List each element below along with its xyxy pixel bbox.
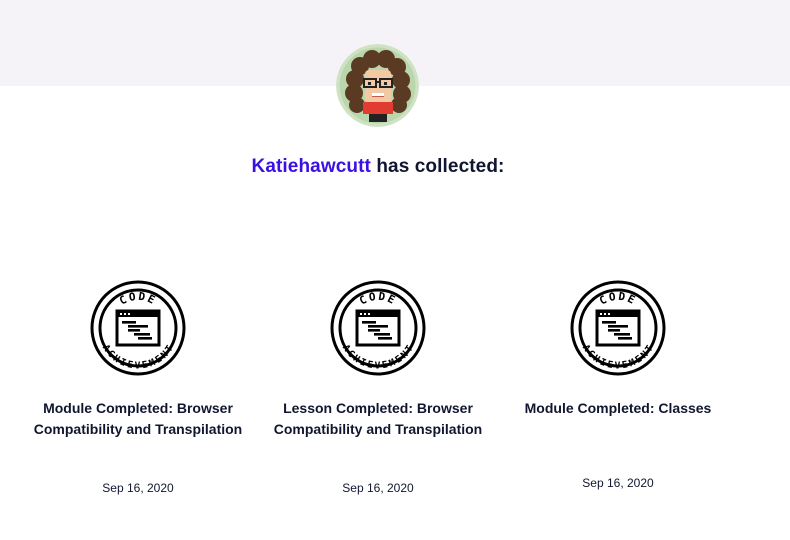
code-achievement-badge-icon: CODE ACHIEVEMENT [570, 280, 666, 376]
collected-label: has collected: [370, 156, 505, 177]
badge-card[interactable]: CODE ACHIEVEMENT Module Completed: Brows… [18, 278, 258, 495]
avatar-image [336, 44, 419, 127]
badge-date: Sep 16, 2020 [342, 481, 414, 495]
code-achievement-badge-icon: CODE ACHIEVEMENT [330, 280, 426, 376]
code-achievement-badge-icon: CODE ACHIEVEMENT [90, 280, 186, 376]
badge-title: Module Completed: Classes [524, 400, 712, 416]
collected-headline: Katiehawcutt has collected: [0, 156, 756, 178]
badge-title: Lesson Completed: Browser Compatibility … [273, 400, 483, 437]
badge-date: Sep 16, 2020 [102, 481, 174, 495]
badge-title: Module Completed: Browser Compatibility … [33, 400, 243, 437]
user-avatar[interactable] [336, 44, 419, 127]
badge-date: Sep 16, 2020 [582, 476, 654, 490]
username-link[interactable]: Katiehawcutt [252, 156, 371, 177]
badge-card[interactable]: CODE ACHIEVEMENT Lesson Completed: Brows… [258, 278, 498, 495]
badge-card[interactable]: CODE ACHIEVEMENT Module Completed: Class… [498, 278, 738, 490]
